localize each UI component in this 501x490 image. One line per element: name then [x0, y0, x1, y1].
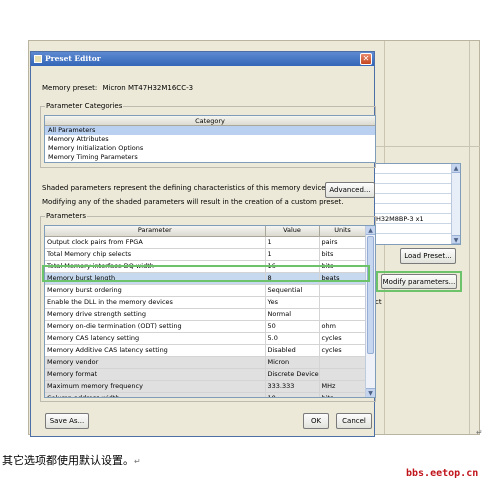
background-preset-list[interactable]: H32M8BP-3 x1 ▲ ▼ [373, 163, 461, 245]
param-units-cell[interactable]: bits [319, 392, 367, 397]
param-units-cell[interactable] [319, 284, 367, 297]
table-row[interactable]: Total Memory chip selects 1 bits [45, 248, 367, 261]
dialog-title: Preset Editor [45, 54, 101, 63]
list-item[interactable]: H32M8BP-3 x1 [374, 214, 460, 224]
scroll-up-icon[interactable]: ▲ [366, 226, 375, 235]
param-units-cell[interactable]: ohm [319, 320, 367, 333]
table-row[interactable]: Enable the DLL in the memory devices Yes [45, 296, 367, 309]
preset-editor-dialog: Preset Editor ✕ Memory preset: Micron MT… [30, 51, 376, 437]
param-units-cell[interactable] [319, 296, 367, 309]
shaded-note-line1: Shaded parameters represent the defining… [42, 184, 328, 192]
paragraph-mark: ↵ [476, 428, 483, 437]
column-units[interactable]: Units [319, 226, 367, 237]
scroll-thumb[interactable] [367, 236, 374, 354]
column-parameter[interactable]: Parameter [45, 226, 266, 237]
column-value[interactable]: Value [265, 226, 320, 237]
table-row[interactable]: Memory format Discrete Device [45, 368, 367, 381]
scroll-down-icon[interactable]: ▼ [452, 235, 460, 244]
scroll-down-icon[interactable]: ▼ [366, 388, 375, 397]
param-name-cell: Memory drive strength setting [45, 308, 266, 321]
param-units-cell[interactable] [319, 308, 367, 321]
table-row[interactable]: Memory on-die termination (ODT) setting 5… [45, 320, 367, 333]
list-item[interactable] [374, 174, 460, 184]
table-row[interactable]: Memory CAS latency setting 5.0 cycles [45, 332, 367, 345]
scrollbar[interactable]: ▲ ▼ [451, 164, 460, 244]
param-name-cell: Maximum memory frequency [45, 380, 266, 393]
categories-header: Category [45, 116, 375, 126]
param-value-cell[interactable]: Disabled [265, 344, 320, 357]
param-value-cell[interactable]: 10 [265, 392, 320, 397]
param-name-cell: Memory burst ordering [45, 284, 266, 297]
param-name-cell: Total Memory chip selects [45, 248, 266, 261]
param-value-cell[interactable]: 1 [265, 248, 320, 261]
list-item[interactable] [374, 224, 460, 234]
param-units-cell[interactable] [319, 368, 367, 381]
param-units-cell[interactable] [319, 356, 367, 369]
param-value-cell[interactable]: 333.333 [265, 380, 320, 393]
table-row[interactable]: Memory drive strength setting Normal [45, 308, 367, 321]
memory-preset-label: Memory preset: [42, 84, 98, 92]
table-row[interactable]: Memory Additive CAS latency setting Disab… [45, 344, 367, 357]
param-name-cell: Column address width [45, 392, 266, 397]
caption-text: 其它选项都使用默认设置。↵ [2, 452, 141, 468]
category-all-parameters[interactable]: All Parameters [45, 126, 375, 135]
scroll-up-icon[interactable]: ▲ [452, 164, 460, 173]
param-name-cell: Memory vendor [45, 356, 266, 369]
cancel-button[interactable]: Cancel [336, 413, 372, 429]
advanced-button[interactable]: Advanced... [325, 182, 375, 198]
parameters-scrollbar[interactable]: ▲ ▼ [365, 226, 375, 397]
param-units-cell[interactable]: cycles [319, 344, 367, 357]
parameters-table: Parameter Value Units Output clock pairs… [44, 225, 376, 398]
save-as-button[interactable]: Save As... [45, 413, 89, 429]
caption-label: 其它选项都使用默认设置。 [2, 454, 134, 467]
param-units-cell[interactable]: cycles [319, 332, 367, 345]
table-row[interactable]: Output clock pairs from FPGA 1 pairs [45, 236, 367, 249]
close-icon[interactable]: ✕ [360, 53, 372, 65]
app-icon [34, 55, 42, 63]
memory-preset-value: Micron MT47H32M16CC-3 [102, 84, 194, 92]
param-value-cell[interactable]: Discrete Device [265, 368, 320, 381]
list-item[interactable] [374, 164, 460, 174]
categories-table: Category All Parameters Memory Attribute… [44, 115, 376, 163]
param-name-cell: Memory on-die termination (ODT) setting [45, 320, 266, 333]
table-row[interactable]: Memory burst ordering Sequential [45, 284, 367, 297]
table-row[interactable]: Column address width 10 bits [45, 392, 367, 397]
param-name-cell: Memory CAS latency setting [45, 332, 266, 345]
list-item[interactable] [374, 204, 460, 214]
watermark: bbs.eetop.cn [406, 468, 479, 479]
list-item[interactable] [374, 194, 460, 204]
category-memory-timing-parameters[interactable]: Memory Timing Parameters [45, 153, 375, 162]
shaded-note-line2: Modifying any of the shaded parameters w… [42, 198, 344, 206]
table-row[interactable]: Maximum memory frequency 333.333 MHz [45, 380, 367, 393]
category-memory-attributes[interactable]: Memory Attributes [45, 135, 375, 144]
list-item[interactable] [374, 184, 460, 194]
param-value-cell[interactable]: 50 [265, 320, 320, 333]
parameters-title: Parameters [45, 212, 88, 220]
table-row[interactable]: Memory vendor Micron [45, 356, 367, 369]
param-name-cell: Memory Additive CAS latency setting [45, 344, 266, 357]
param-value-cell[interactable]: 5.0 [265, 332, 320, 345]
param-units-cell[interactable]: MHz [319, 380, 367, 393]
param-value-cell[interactable]: Micron [265, 356, 320, 369]
parameter-categories-title: Parameter Categories [45, 102, 124, 110]
category-memory-initialization-options[interactable]: Memory Initialization Options [45, 144, 375, 153]
param-name-cell: Output clock pairs from FPGA [45, 236, 266, 249]
param-units-cell[interactable]: bits [319, 248, 367, 261]
burst-length-highlight [42, 265, 370, 282]
param-name-cell: Memory format [45, 368, 266, 381]
param-value-cell[interactable]: 1 [265, 236, 320, 249]
ok-button[interactable]: OK [303, 413, 329, 429]
param-name-cell: Enable the DLL in the memory devices [45, 296, 266, 309]
param-value-cell[interactable]: Sequential [265, 284, 320, 297]
dialog-titlebar[interactable]: Preset Editor ✕ [31, 52, 374, 66]
modify-parameters-button[interactable]: Modify parameters... [381, 274, 457, 289]
param-units-cell[interactable]: pairs [319, 236, 367, 249]
param-value-cell[interactable]: Yes [265, 296, 320, 309]
load-preset-button[interactable]: Load Preset... [400, 248, 456, 264]
param-value-cell[interactable]: Normal [265, 308, 320, 321]
paragraph-mark: ↵ [134, 457, 141, 466]
